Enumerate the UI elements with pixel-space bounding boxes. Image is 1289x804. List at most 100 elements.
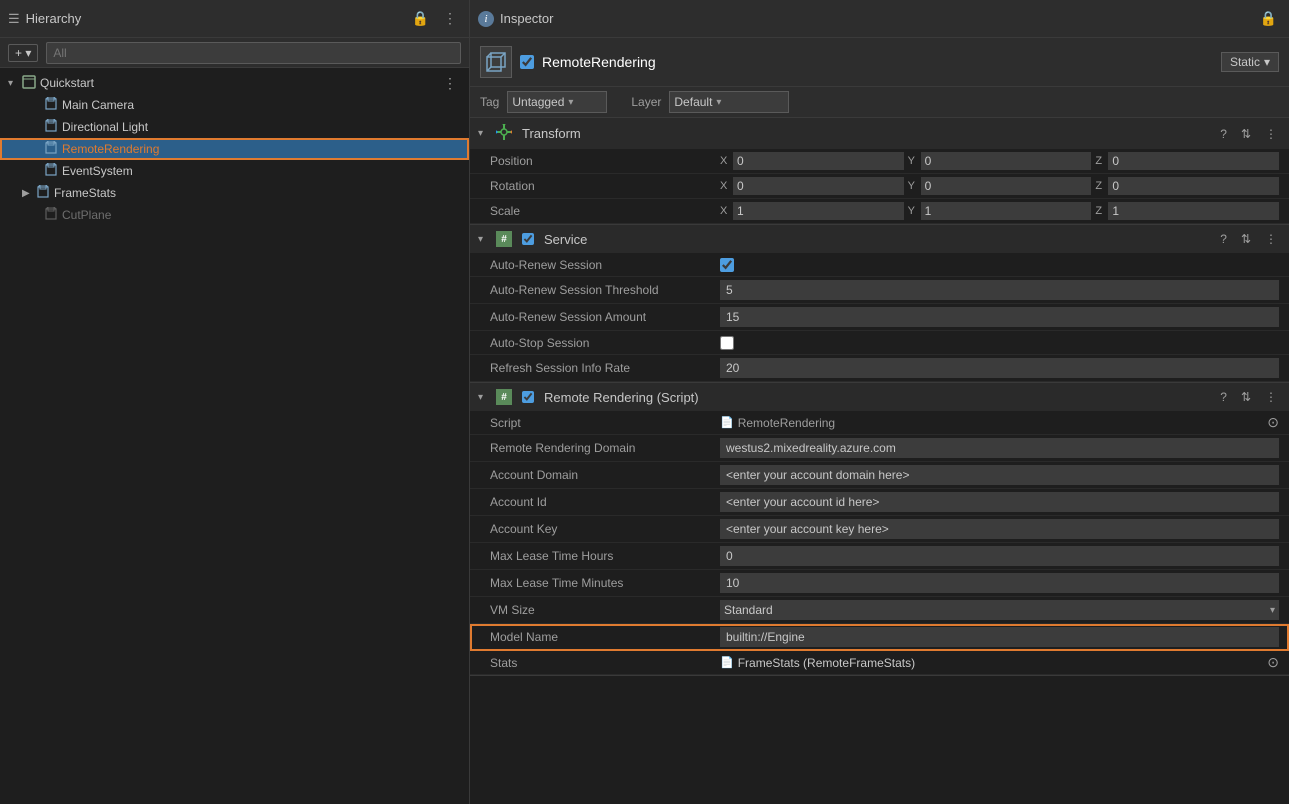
hierarchy-more-button[interactable]: ⋮	[439, 8, 461, 29]
quickstart-more-button[interactable]: ⋮	[439, 75, 461, 92]
rotation-z-input[interactable]	[1108, 177, 1279, 195]
service-auto-stop-session-row: Auto-Stop Session	[470, 331, 1289, 355]
vm-size-dropdown[interactable]: Standard ▾	[720, 600, 1279, 620]
script-name-text: RemoteRendering	[738, 416, 835, 430]
static-button[interactable]: Static ▾	[1221, 52, 1279, 72]
stats-target-button[interactable]: ⊙	[1267, 654, 1279, 671]
rr-script-expand-arrow: ▾	[478, 392, 490, 403]
position-z-input[interactable]	[1108, 152, 1279, 170]
rotation-label: Rotation	[490, 179, 720, 193]
hierarchy-toolbar: + ▾	[0, 38, 469, 68]
script-field-value: 📄 RemoteRendering ⊙	[720, 414, 1279, 431]
script-file-icon: 📄	[720, 416, 734, 429]
rr-script-settings-button[interactable]: ⇅	[1237, 389, 1255, 405]
rotation-y-field: Y	[908, 177, 1092, 195]
account-domain-input[interactable]	[720, 465, 1279, 485]
account-key-value	[720, 519, 1279, 539]
stats-label: Stats	[490, 656, 720, 670]
hierarchy-menu-icon[interactable]: ☰	[8, 11, 20, 27]
position-x-field: X	[720, 152, 904, 170]
rr-script-actions: ? ⇅ ⋮	[1216, 389, 1281, 405]
service-help-button[interactable]: ?	[1216, 231, 1231, 247]
service-refresh-rate-row: Refresh Session Info Rate	[470, 355, 1289, 382]
layer-label: Layer	[631, 95, 661, 109]
tag-value: Untagged	[512, 95, 564, 109]
inspector-lock-button[interactable]: 🔒	[1256, 8, 1281, 29]
position-x-input[interactable]	[733, 152, 904, 170]
vm-size-value: Standard ▾	[720, 600, 1279, 620]
rotation-x-input[interactable]	[733, 177, 904, 195]
rr-script-more-button[interactable]: ⋮	[1261, 389, 1281, 405]
hierarchy-item-main-camera[interactable]: Main Camera	[0, 94, 469, 116]
auto-renew-amount-input[interactable]	[720, 307, 1279, 327]
service-title: Service	[544, 232, 1210, 247]
refresh-rate-label: Refresh Session Info Rate	[490, 361, 720, 375]
rr-stats-row: Stats 📄 FrameStats (RemoteFrameStats) ⊙	[470, 651, 1289, 675]
hierarchy-item-frame-stats[interactable]: ▶ FrameStats	[0, 182, 469, 204]
hierarchy-item-remote-rendering[interactable]: RemoteRendering	[0, 138, 469, 160]
rr-account-id-row: Account Id	[470, 489, 1289, 516]
position-xyz-group: X Y Z	[720, 152, 1279, 170]
hierarchy-title: Hierarchy	[26, 11, 82, 26]
rr-script-help-button[interactable]: ?	[1216, 389, 1231, 405]
script-target-button[interactable]: ⊙	[1267, 414, 1279, 431]
scale-z-input[interactable]	[1108, 202, 1279, 220]
hierarchy-item-quickstart[interactable]: ▾ Quickstart ⋮	[0, 72, 469, 94]
max-lease-hours-input[interactable]	[720, 546, 1279, 566]
tag-layer-row: Tag Untagged ▾ Layer Default ▾	[470, 87, 1289, 118]
inspector-title: Inspector	[500, 11, 553, 26]
service-header[interactable]: ▾ # Service ? ⇅ ⋮	[470, 225, 1289, 253]
remote-rendering-script-header[interactable]: ▾ # Remote Rendering (Script) ? ⇅ ⋮	[470, 383, 1289, 411]
hierarchy-item-cut-plane[interactable]: CutPlane	[0, 204, 469, 226]
auto-stop-session-checkbox[interactable]	[720, 336, 734, 350]
service-enabled-checkbox[interactable]	[522, 233, 534, 245]
model-name-label: Model Name	[490, 630, 720, 644]
static-label: Static	[1230, 55, 1260, 69]
position-y-input[interactable]	[921, 152, 1092, 170]
hierarchy-search-input[interactable]	[46, 42, 461, 64]
transform-header[interactable]: ▾ Transform ? ⇅	[470, 118, 1289, 149]
frame-stats-expand: ▶	[22, 188, 36, 199]
account-key-input[interactable]	[720, 519, 1279, 539]
stats-value: 📄 FrameStats (RemoteFrameStats) ⊙	[720, 654, 1279, 671]
hierarchy-add-button[interactable]: + ▾	[8, 44, 38, 62]
scale-y-input[interactable]	[921, 202, 1092, 220]
account-id-input[interactable]	[720, 492, 1279, 512]
auto-renew-threshold-input[interactable]	[720, 280, 1279, 300]
auto-renew-amount-label: Auto-Renew Session Amount	[490, 310, 720, 324]
transform-more-button[interactable]: ⋮	[1261, 126, 1281, 142]
hierarchy-header-left: ☰ Hierarchy	[8, 11, 81, 27]
transform-icon	[496, 124, 512, 143]
rotation-xyz-group: X Y Z	[720, 177, 1279, 195]
auto-renew-session-checkbox[interactable]	[720, 258, 734, 272]
position-z-field: Z	[1095, 152, 1279, 170]
directional-light-label: Directional Light	[62, 120, 148, 134]
object-name[interactable]: RemoteRendering	[542, 54, 1213, 70]
hierarchy-item-event-system[interactable]: EventSystem	[0, 160, 469, 182]
account-domain-value	[720, 465, 1279, 485]
hierarchy-lock-button[interactable]: 🔒	[408, 8, 433, 29]
refresh-rate-input[interactable]	[720, 358, 1279, 378]
quickstart-label: Quickstart	[40, 76, 94, 90]
service-more-button[interactable]: ⋮	[1261, 231, 1281, 247]
stats-text: FrameStats (RemoteFrameStats)	[738, 656, 915, 670]
object-active-checkbox[interactable]	[520, 55, 534, 69]
position-y-label: Y	[908, 155, 918, 167]
rr-script-enabled-checkbox[interactable]	[522, 391, 534, 403]
model-name-input[interactable]	[720, 627, 1279, 647]
layer-dropdown[interactable]: Default ▾	[669, 91, 789, 113]
vm-size-text: Standard	[724, 603, 773, 617]
tag-dropdown[interactable]: Untagged ▾	[507, 91, 607, 113]
transform-settings-button[interactable]: ⇅	[1237, 126, 1255, 142]
service-auto-renew-amount-row: Auto-Renew Session Amount	[470, 304, 1289, 331]
transform-help-button[interactable]: ?	[1216, 126, 1231, 142]
service-settings-button[interactable]: ⇅	[1237, 231, 1255, 247]
scale-x-input[interactable]	[733, 202, 904, 220]
auto-renew-session-value	[720, 258, 1279, 272]
max-lease-minutes-input[interactable]	[720, 573, 1279, 593]
rotation-y-input[interactable]	[921, 177, 1092, 195]
transform-rotation-row: Rotation X Y Z	[470, 174, 1289, 199]
inspector-header-left: i Inspector	[478, 11, 553, 27]
rr-domain-input[interactable]	[720, 438, 1279, 458]
hierarchy-item-directional-light[interactable]: Directional Light	[0, 116, 469, 138]
